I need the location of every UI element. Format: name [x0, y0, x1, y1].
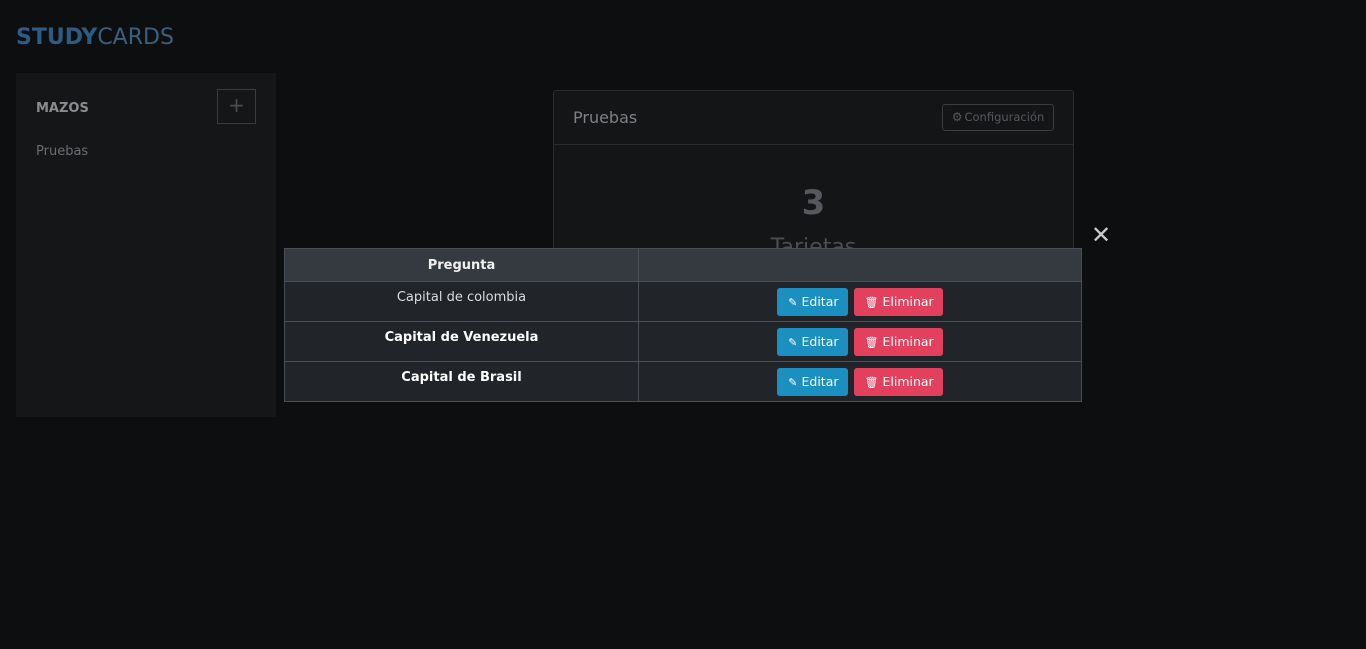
card-count: 3: [801, 183, 826, 223]
edit-button[interactable]: ✎ Editar: [777, 367, 848, 396]
delete-button[interactable]: 🗑 Eliminar: [853, 327, 943, 356]
delete-label: Eliminar: [882, 333, 934, 349]
question-cell: Capital de Brasil: [284, 361, 639, 402]
table-row: Capital de Venezuela ✎ Editar 🗑 Eliminar: [284, 321, 1082, 362]
delete-label: Eliminar: [882, 373, 934, 389]
app-page: STUDYCARDS MAZOS + Pruebas Pruebas ⚙ Conf…: [0, 0, 1366, 649]
close-icon[interactable]: ✕: [1091, 222, 1111, 248]
edit-button[interactable]: ✎ Editar: [777, 327, 848, 356]
sidebar-item-pruebas[interactable]: Pruebas: [36, 144, 88, 159]
pencil-icon: ✎: [788, 375, 798, 389]
pencil-icon: ✎: [788, 295, 798, 309]
table-row: Capital de colombia ✎ Editar 🗑 Eliminar: [284, 281, 1082, 322]
question-text: Capital de Brasil: [401, 370, 522, 385]
edit-button[interactable]: ✎ Editar: [777, 287, 848, 316]
trash-icon: 🗑: [864, 295, 879, 309]
actions-cell: ✎ Editar 🗑 Eliminar: [638, 321, 1082, 362]
deck-card-header: Pruebas ⚙ Configuración: [554, 91, 1073, 145]
gear-icon: ⚙: [951, 110, 963, 124]
add-deck-button[interactable]: +: [217, 89, 256, 124]
logo-cards: CARDS: [97, 25, 174, 50]
edit-label: Editar: [801, 293, 839, 309]
deck-title: Pruebas: [573, 108, 638, 127]
logo-study: STUDY: [16, 25, 98, 50]
column-header-actions: [638, 248, 1082, 282]
trash-icon: 🗑: [864, 375, 879, 389]
app-logo[interactable]: STUDYCARDS: [16, 25, 174, 51]
plus-icon: +: [228, 93, 245, 117]
pencil-icon: ✎: [788, 335, 798, 349]
edit-label: Editar: [801, 373, 839, 389]
table-header-row: Pregunta: [284, 248, 1082, 282]
edit-label: Editar: [801, 333, 839, 349]
question-cell: Capital de Venezuela: [284, 321, 639, 362]
decks-sidebar: MAZOS + Pruebas: [16, 73, 276, 417]
actions-cell: ✎ Editar 🗑 Eliminar: [638, 281, 1082, 322]
actions-cell: ✎ Editar 🗑 Eliminar: [638, 361, 1082, 402]
table-row: Capital de Brasil ✎ Editar 🗑 Eliminar: [284, 361, 1082, 402]
question-text: Capital de colombia: [396, 290, 527, 305]
question-text: Capital de Venezuela: [384, 330, 539, 345]
delete-label: Eliminar: [882, 293, 934, 309]
cards-table: Pregunta Capital de colombia ✎ Editar 🗑 Eli…: [284, 248, 1082, 402]
question-cell: Capital de colombia: [284, 281, 639, 322]
sidebar-title: MAZOS: [36, 101, 89, 116]
trash-icon: 🗑: [864, 335, 879, 349]
config-label: Configuración: [964, 110, 1045, 124]
column-header-question: Pregunta: [284, 248, 639, 282]
delete-button[interactable]: 🗑 Eliminar: [853, 287, 943, 316]
config-button[interactable]: ⚙ Configuración: [942, 104, 1054, 131]
delete-button[interactable]: 🗑 Eliminar: [853, 367, 943, 396]
